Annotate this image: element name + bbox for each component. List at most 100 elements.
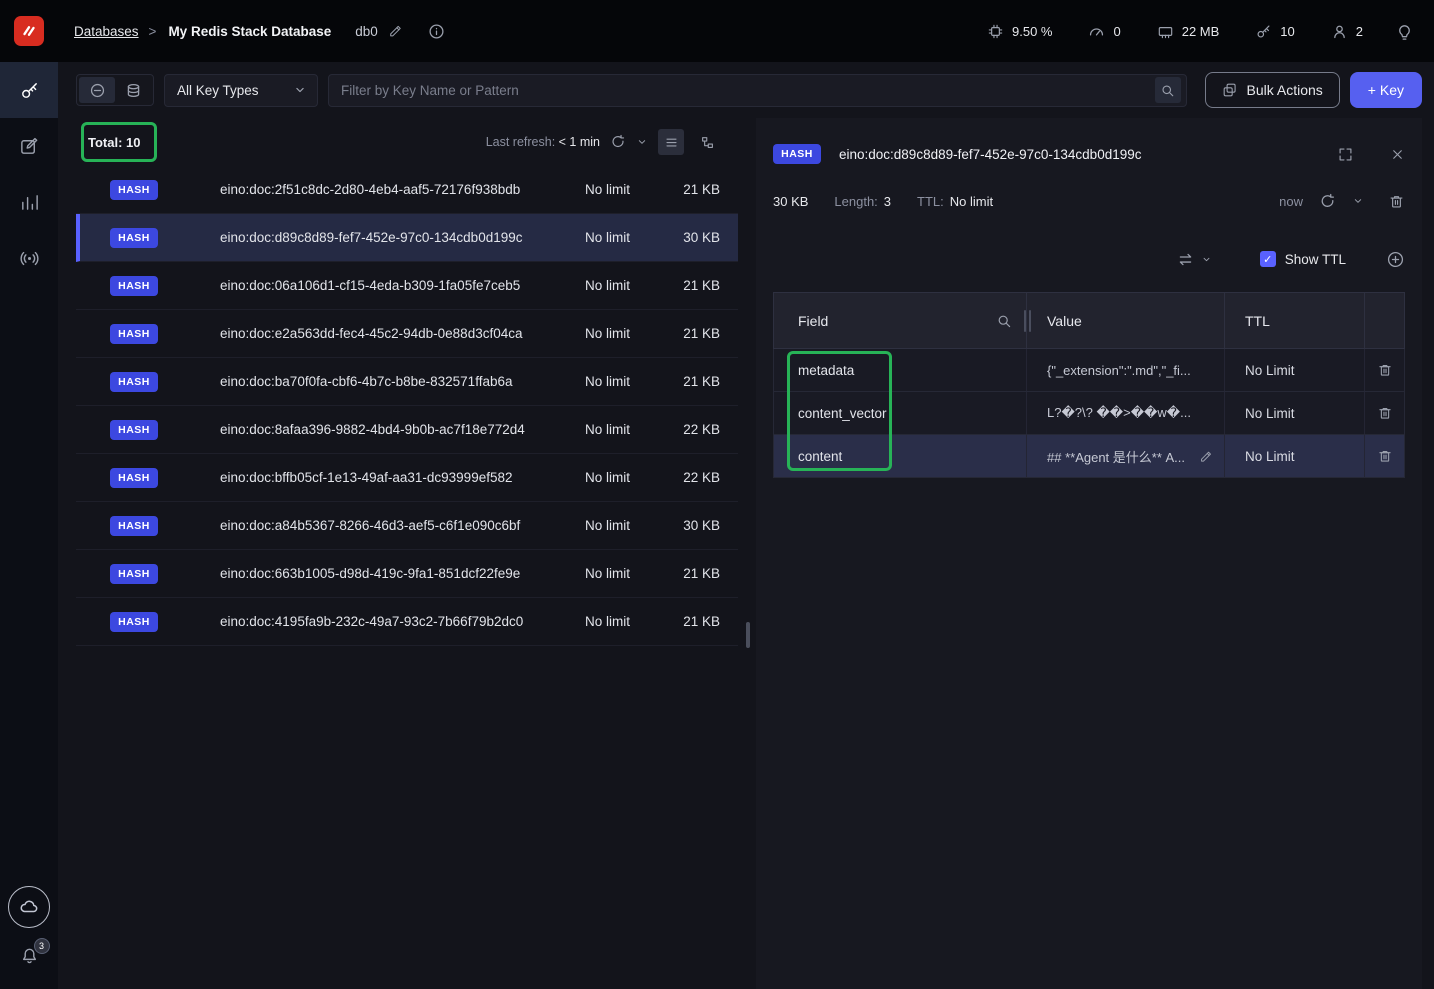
sidebar-item-cloud[interactable] xyxy=(8,886,50,928)
selected-key-name: eino:doc:d89c8d89-fef7-452e-97c0-134cdb0… xyxy=(839,146,1142,162)
delete-field-icon[interactable] xyxy=(1377,405,1393,421)
filter-by-type-button[interactable] xyxy=(79,77,115,103)
show-ttl-toggle[interactable]: ✓ Show TTL xyxy=(1259,251,1346,267)
column-header-value: Value xyxy=(1027,293,1225,348)
key-type-badge: HASH xyxy=(110,563,158,584)
sidebar-item-pubsub[interactable] xyxy=(0,230,58,286)
bulk-actions-button[interactable]: Bulk Actions xyxy=(1204,72,1340,108)
key-list-row[interactable]: HASH eino:doc:e2a563dd-fec4-45c2-94db-0e… xyxy=(76,310,738,358)
fullscreen-icon[interactable] xyxy=(1337,146,1354,163)
refresh-key-chevron-icon[interactable] xyxy=(1352,195,1364,207)
broadcast-icon xyxy=(19,251,39,265)
list-view-button[interactable] xyxy=(658,129,684,155)
tree-view-button[interactable] xyxy=(694,129,720,155)
stat-memory: 22 MB xyxy=(1157,23,1220,40)
close-details-icon[interactable] xyxy=(1390,147,1405,162)
key-type-dropdown[interactable]: All Key Types xyxy=(164,73,318,107)
redis-logo-icon xyxy=(14,16,44,46)
key-list-row[interactable]: HASH eino:doc:a84b5367-8266-46d3-aef5-c6… xyxy=(76,502,738,550)
stat-commands: 0 xyxy=(1088,23,1121,40)
edit-db-alias-icon[interactable] xyxy=(388,23,404,39)
field-value: ## **Agent 是什么** A... xyxy=(1047,449,1186,465)
edit-value-icon[interactable] xyxy=(1199,449,1214,464)
key-ttl-meta: TTL: No limit xyxy=(917,193,994,209)
key-name: eino:doc:4195fa9b-232c-49a7-93c2-7b66f79… xyxy=(220,614,524,629)
sidebar-item-notifications[interactable]: 3 xyxy=(15,938,50,971)
stat-memory-value: 22 MB xyxy=(1181,23,1220,39)
breadcrumb-databases-link[interactable]: Databases xyxy=(74,24,139,39)
search-fields-icon[interactable] xyxy=(996,313,1012,329)
chevron-down-icon xyxy=(1203,257,1210,261)
sidebar-item-analytics[interactable] xyxy=(0,174,58,230)
field-value: {"_extension":".md","_fi... xyxy=(1047,362,1191,378)
key-size-value: 30 KB xyxy=(773,193,809,209)
key-name: eino:doc:a84b5367-8266-46d3-aef5-c6f1e09… xyxy=(220,518,521,533)
delete-field-icon[interactable] xyxy=(1377,448,1393,464)
key-list-row[interactable]: HASH eino:doc:4195fa9b-232c-49a7-93c2-7b… xyxy=(76,598,738,646)
column-resize-handle[interactable] xyxy=(1021,310,1033,332)
stat-keys-value: 10 xyxy=(1280,23,1295,39)
field-name: content_vector xyxy=(774,392,1027,434)
format-selector[interactable] xyxy=(1177,251,1212,268)
sidebar-item-workbench[interactable] xyxy=(0,118,58,174)
refresh-settings-chevron-icon[interactable] xyxy=(636,136,648,148)
field-row[interactable]: content ## **Agent 是什么** A... No Limit xyxy=(773,435,1405,478)
key-name: eino:doc:8afaa396-9882-4bd4-9b0b-ac7f18e… xyxy=(220,422,525,437)
insights-lightbulb-icon[interactable] xyxy=(1395,22,1414,41)
sidebar-item-browser[interactable] xyxy=(0,62,58,118)
keys-icon xyxy=(1257,25,1270,37)
refresh-keys-icon[interactable] xyxy=(610,134,626,150)
panel-resizer[interactable] xyxy=(746,622,750,648)
key-list-row[interactable]: HASH eino:doc:ba70f0fa-cbf6-4b7c-b8be-83… xyxy=(76,358,738,406)
key-size: 30 KB xyxy=(683,230,720,245)
key-name: eino:doc:663b1005-d98d-419c-9fa1-851dcf2… xyxy=(220,566,521,581)
column-header-ttl: TTL xyxy=(1225,293,1365,348)
field-row[interactable]: content_vector L?�?\? ��>��w�... No Limi… xyxy=(773,392,1405,435)
key-ttl: No limit xyxy=(585,326,631,341)
delete-key-icon[interactable] xyxy=(1388,193,1405,210)
refresh-key-icon[interactable] xyxy=(1319,193,1336,210)
key-size: 21 KB xyxy=(683,326,720,341)
field-name: metadata xyxy=(774,349,1027,391)
key-list-row[interactable]: HASH eino:doc:8afaa396-9882-4bd4-9b0b-ac… xyxy=(76,406,738,454)
stat-clients-value: 2 xyxy=(1355,23,1363,39)
key-name: eino:doc:06a106d1-cf15-4eda-b309-1fa05fe… xyxy=(220,278,521,293)
key-name: eino:doc:bffb05cf-1e13-49af-aa31-dc93999… xyxy=(220,470,513,485)
key-list-row[interactable]: HASH eino:doc:2f51c8dc-2d80-4eb4-aaf5-72… xyxy=(76,166,738,214)
field-ttl: No Limit xyxy=(1225,349,1365,391)
key-list-row[interactable]: HASH eino:doc:bffb05cf-1e13-49af-aa31-dc… xyxy=(76,454,738,502)
search-icon xyxy=(1162,84,1174,96)
key-type-badge: HASH xyxy=(110,515,158,536)
key-list-header: Total: 10 Last refresh: < 1 min xyxy=(76,118,738,166)
hash-fields-table: Field Value TTL metadata {"_extension":"… xyxy=(773,292,1405,478)
key-size: 21 KB xyxy=(683,278,720,293)
left-sidebar: 3 xyxy=(0,62,58,989)
breadcrumb: Databases > My Redis Stack Database db0 xyxy=(74,23,445,40)
field-row[interactable]: metadata {"_extension":".md","_fi... No … xyxy=(773,349,1405,392)
key-list-row[interactable]: HASH eino:doc:06a106d1-cf15-4eda-b309-1f… xyxy=(76,262,738,310)
stat-clients: 2 xyxy=(1331,23,1363,40)
key-list-panel: Total: 10 Last refresh: < 1 min HASH ein… xyxy=(76,118,738,989)
database-title: My Redis Stack Database xyxy=(168,23,332,39)
notification-badge: 3 xyxy=(33,938,50,954)
key-list-row[interactable]: HASH eino:doc:663b1005-d98d-419c-9fa1-85… xyxy=(76,550,738,598)
key-name: eino:doc:d89c8d89-fef7-452e-97c0-134cdb0… xyxy=(220,230,523,245)
scan-keys-button[interactable] xyxy=(115,77,151,103)
delete-field-icon[interactable] xyxy=(1377,362,1393,378)
filter-mode-switch xyxy=(76,74,154,106)
key-list-row[interactable]: HASH eino:doc:d89c8d89-fef7-452e-97c0-13… xyxy=(76,214,738,262)
show-ttl-checkbox[interactable]: ✓ xyxy=(1259,251,1276,267)
last-refresh-value: < 1 min xyxy=(558,135,600,149)
key-details-panel: HASH eino:doc:d89c8d89-fef7-452e-97c0-13… xyxy=(756,118,1422,989)
add-field-icon[interactable] xyxy=(1386,250,1405,269)
user-icon xyxy=(1333,25,1345,38)
key-type-badge: HASH xyxy=(110,611,158,632)
redis-logo[interactable] xyxy=(0,0,58,62)
search-button[interactable] xyxy=(1154,77,1181,103)
layers-icon xyxy=(1223,83,1236,97)
key-name: eino:doc:e2a563dd-fec4-45c2-94db-0e88d3c… xyxy=(220,326,523,341)
db-info-icon[interactable] xyxy=(428,23,445,40)
search-input[interactable] xyxy=(341,82,1155,98)
key-size: 21 KB xyxy=(683,566,720,581)
add-key-button[interactable]: + Key xyxy=(1349,72,1422,108)
